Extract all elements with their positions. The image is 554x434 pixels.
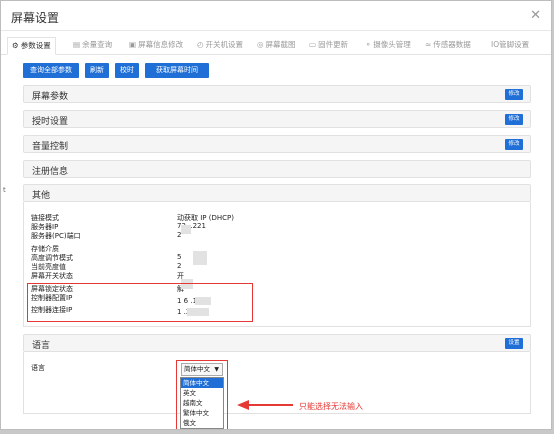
label-screen-power: 屏幕开关状态	[31, 272, 73, 280]
screen-settings-dialog: 屏幕设置 ✕ ⚙ 参数设置 ▤ 余量查询 ▣ 屏幕信息修改 ◴ 开关机设置 ◎ 屏幕截图 …	[0, 0, 552, 430]
side-mark: t	[3, 186, 6, 194]
list-icon: ▤	[73, 40, 81, 49]
panel-volume[interactable]: 音量控制 修改	[23, 135, 531, 153]
tab-screenshot[interactable]: ◎ 屏幕截图	[257, 39, 296, 50]
webcam-icon: ⚬	[365, 40, 372, 49]
tab-sensor[interactable]: ≈ 传感器数据	[425, 39, 471, 50]
clock-icon: ◴	[197, 40, 204, 49]
chip-icon: ▭	[309, 40, 317, 49]
language-field-label: 语言	[31, 364, 45, 372]
screen-params-edit-button[interactable]: 修改	[505, 89, 523, 100]
value-brightness-mode: 5	[177, 253, 182, 261]
tab-screen-info[interactable]: ▣ 屏幕信息修改	[129, 39, 183, 50]
language-option[interactable]: 越南文	[181, 398, 223, 408]
volume-edit-button[interactable]: 修改	[505, 139, 523, 150]
dialog-title: 屏幕设置	[11, 11, 60, 25]
language-option[interactable]: 简体中文	[181, 378, 223, 388]
language-select[interactable]: 简体中文 ▼	[181, 363, 223, 376]
label-server-port: 服务器(PC)端口	[31, 232, 81, 240]
annotation-text: 只能选择无法输入	[299, 402, 363, 411]
panel-auth[interactable]: 授时设置 修改	[23, 110, 531, 128]
query-all-button[interactable]: 查询全部参数	[23, 63, 79, 78]
tab-balance[interactable]: ▤ 余量查询	[73, 39, 112, 50]
language-options: 简体中文 英文 越南文 繁体中文 俄文	[180, 377, 224, 429]
screen-icon: ▣	[129, 40, 137, 49]
language-set-button[interactable]: 设置	[505, 338, 523, 349]
tab-camera[interactable]: ⚬ 摄像头管理	[365, 39, 411, 50]
sensor-icon: ≈	[425, 40, 432, 49]
panel-other[interactable]: 其他	[23, 184, 531, 202]
tab-params[interactable]: ⚙ 参数设置	[7, 37, 56, 55]
redaction	[181, 225, 191, 234]
language-option[interactable]: 俄文	[181, 418, 223, 428]
refresh-button[interactable]: 刷新	[85, 63, 109, 78]
close-icon[interactable]: ✕	[530, 8, 541, 23]
title-bar: 屏幕设置 ✕	[1, 1, 551, 31]
panel-register[interactable]: 注册信息	[23, 160, 531, 178]
tab-power[interactable]: ◴ 开关机设置	[197, 39, 243, 50]
chevron-down-icon: ▼	[214, 366, 219, 373]
value-brightness-value: 2	[177, 262, 182, 270]
camera-icon: ◎	[257, 40, 264, 49]
language-option[interactable]: 英文	[181, 388, 223, 398]
tab-firmware[interactable]: ▭ 固件更新	[309, 39, 348, 50]
language-option[interactable]: 繁体中文	[181, 408, 223, 418]
calibrate-time-button[interactable]: 校时	[115, 63, 139, 78]
gear-icon: ⚙	[12, 41, 19, 50]
panel-language[interactable]: 语言 设置	[23, 334, 531, 352]
highlight-box-ips	[27, 283, 253, 322]
get-screen-time-button[interactable]: 获取屏幕时间	[145, 63, 209, 78]
auth-edit-button[interactable]: 修改	[505, 114, 523, 125]
arrow-left-icon	[237, 400, 293, 410]
panel-screen-params[interactable]: 屏幕参数 修改	[23, 85, 531, 103]
redaction	[193, 251, 207, 265]
tab-io[interactable]: IO管脚设置	[491, 39, 529, 50]
tab-bar: ⚙ 参数设置 ▤ 余量查询 ▣ 屏幕信息修改 ◴ 开关机设置 ◎ 屏幕截图 ▭ 固件更新 ⚬…	[1, 37, 551, 55]
